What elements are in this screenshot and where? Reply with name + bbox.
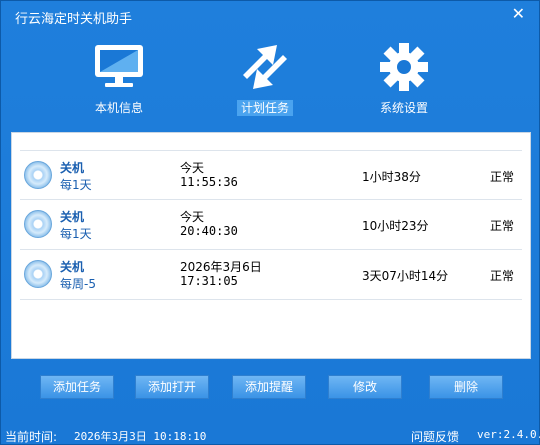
- task-time: 11:55:36: [180, 175, 238, 189]
- add-open-button[interactable]: 添加打开: [135, 375, 209, 399]
- toolbar-item-machine-info[interactable]: 本机信息: [71, 35, 167, 121]
- app-window: 行云海定时关机助手 ✕ 本机信息 计划任务 系统设置 关机 每1天 今天 11:…: [0, 0, 540, 445]
- task-frequency: 每1天: [60, 178, 92, 192]
- task-remaining: 10小时23分: [362, 219, 429, 233]
- task-day: 今天: [180, 161, 205, 175]
- gear-icon: [380, 43, 428, 91]
- task-frequency: 每周-5: [60, 277, 96, 291]
- window-title: 行云海定时关机助手: [15, 12, 133, 27]
- task-time: 17:31:05: [180, 274, 238, 288]
- close-button[interactable]: ✕: [512, 4, 525, 23]
- modify-button[interactable]: 修改: [328, 375, 402, 399]
- task-row[interactable]: 关机 每1天 今天 20:40:30 10小时23分 正常: [20, 200, 522, 250]
- task-row[interactable]: 关机 每周-5 2026年3月6日 17:31:05 3天07小时14分 正常: [20, 250, 522, 300]
- task-remaining: 1小时38分: [362, 170, 421, 184]
- task-row[interactable]: 关机 每1天 今天 11:55:36 1小时38分 正常: [20, 150, 522, 200]
- arrows-icon: [243, 45, 287, 89]
- task-list: 关机 每1天 今天 11:55:36 1小时38分 正常 关机 每1天 今天 2…: [11, 132, 531, 359]
- task-frequency: 每1天: [60, 227, 92, 241]
- toolbar-label-scheduled-tasks: 计划任务: [236, 100, 293, 116]
- status-bar: 当前时间: 2026年3月3日 10:18:10 问题反馈 ver:2.4.0.…: [1, 424, 540, 445]
- task-day: 今天: [180, 210, 205, 224]
- toolbar-item-system-settings[interactable]: 系统设置: [356, 35, 452, 121]
- current-time-label: 当前时间:: [5, 430, 58, 444]
- task-action: 关机: [60, 210, 85, 224]
- task-status: 正常: [490, 219, 515, 233]
- feedback-link[interactable]: 问题反馈: [411, 428, 459, 445]
- task-day: 2026年3月6日: [180, 260, 262, 274]
- toolbar-label-machine-info: 本机信息: [94, 101, 143, 115]
- monitor-icon: [95, 45, 143, 87]
- task-remaining: 3天07小时14分: [362, 269, 449, 283]
- task-status: 正常: [490, 170, 515, 184]
- toolbar-label-system-settings: 系统设置: [379, 101, 428, 115]
- main-toolbar: 本机信息 计划任务 系统设置: [1, 35, 539, 121]
- task-disc-icon: [24, 161, 52, 189]
- task-time: 20:40:30: [180, 224, 238, 238]
- task-status: 正常: [490, 269, 515, 283]
- title-bar[interactable]: 行云海定时关机助手 ✕: [1, 1, 539, 31]
- version-label: ver:2.4.0.0: [477, 428, 540, 441]
- add-reminder-button[interactable]: 添加提醒: [232, 375, 306, 399]
- task-disc-icon: [24, 210, 52, 238]
- task-disc-icon: [24, 260, 52, 288]
- add-task-button[interactable]: 添加任务: [40, 375, 114, 399]
- task-action: 关机: [60, 260, 85, 274]
- toolbar-item-scheduled-tasks[interactable]: 计划任务: [217, 35, 313, 121]
- delete-button[interactable]: 删除: [429, 375, 503, 399]
- current-time-value: 2026年3月3日 10:18:10: [74, 430, 207, 443]
- task-action: 关机: [60, 161, 85, 175]
